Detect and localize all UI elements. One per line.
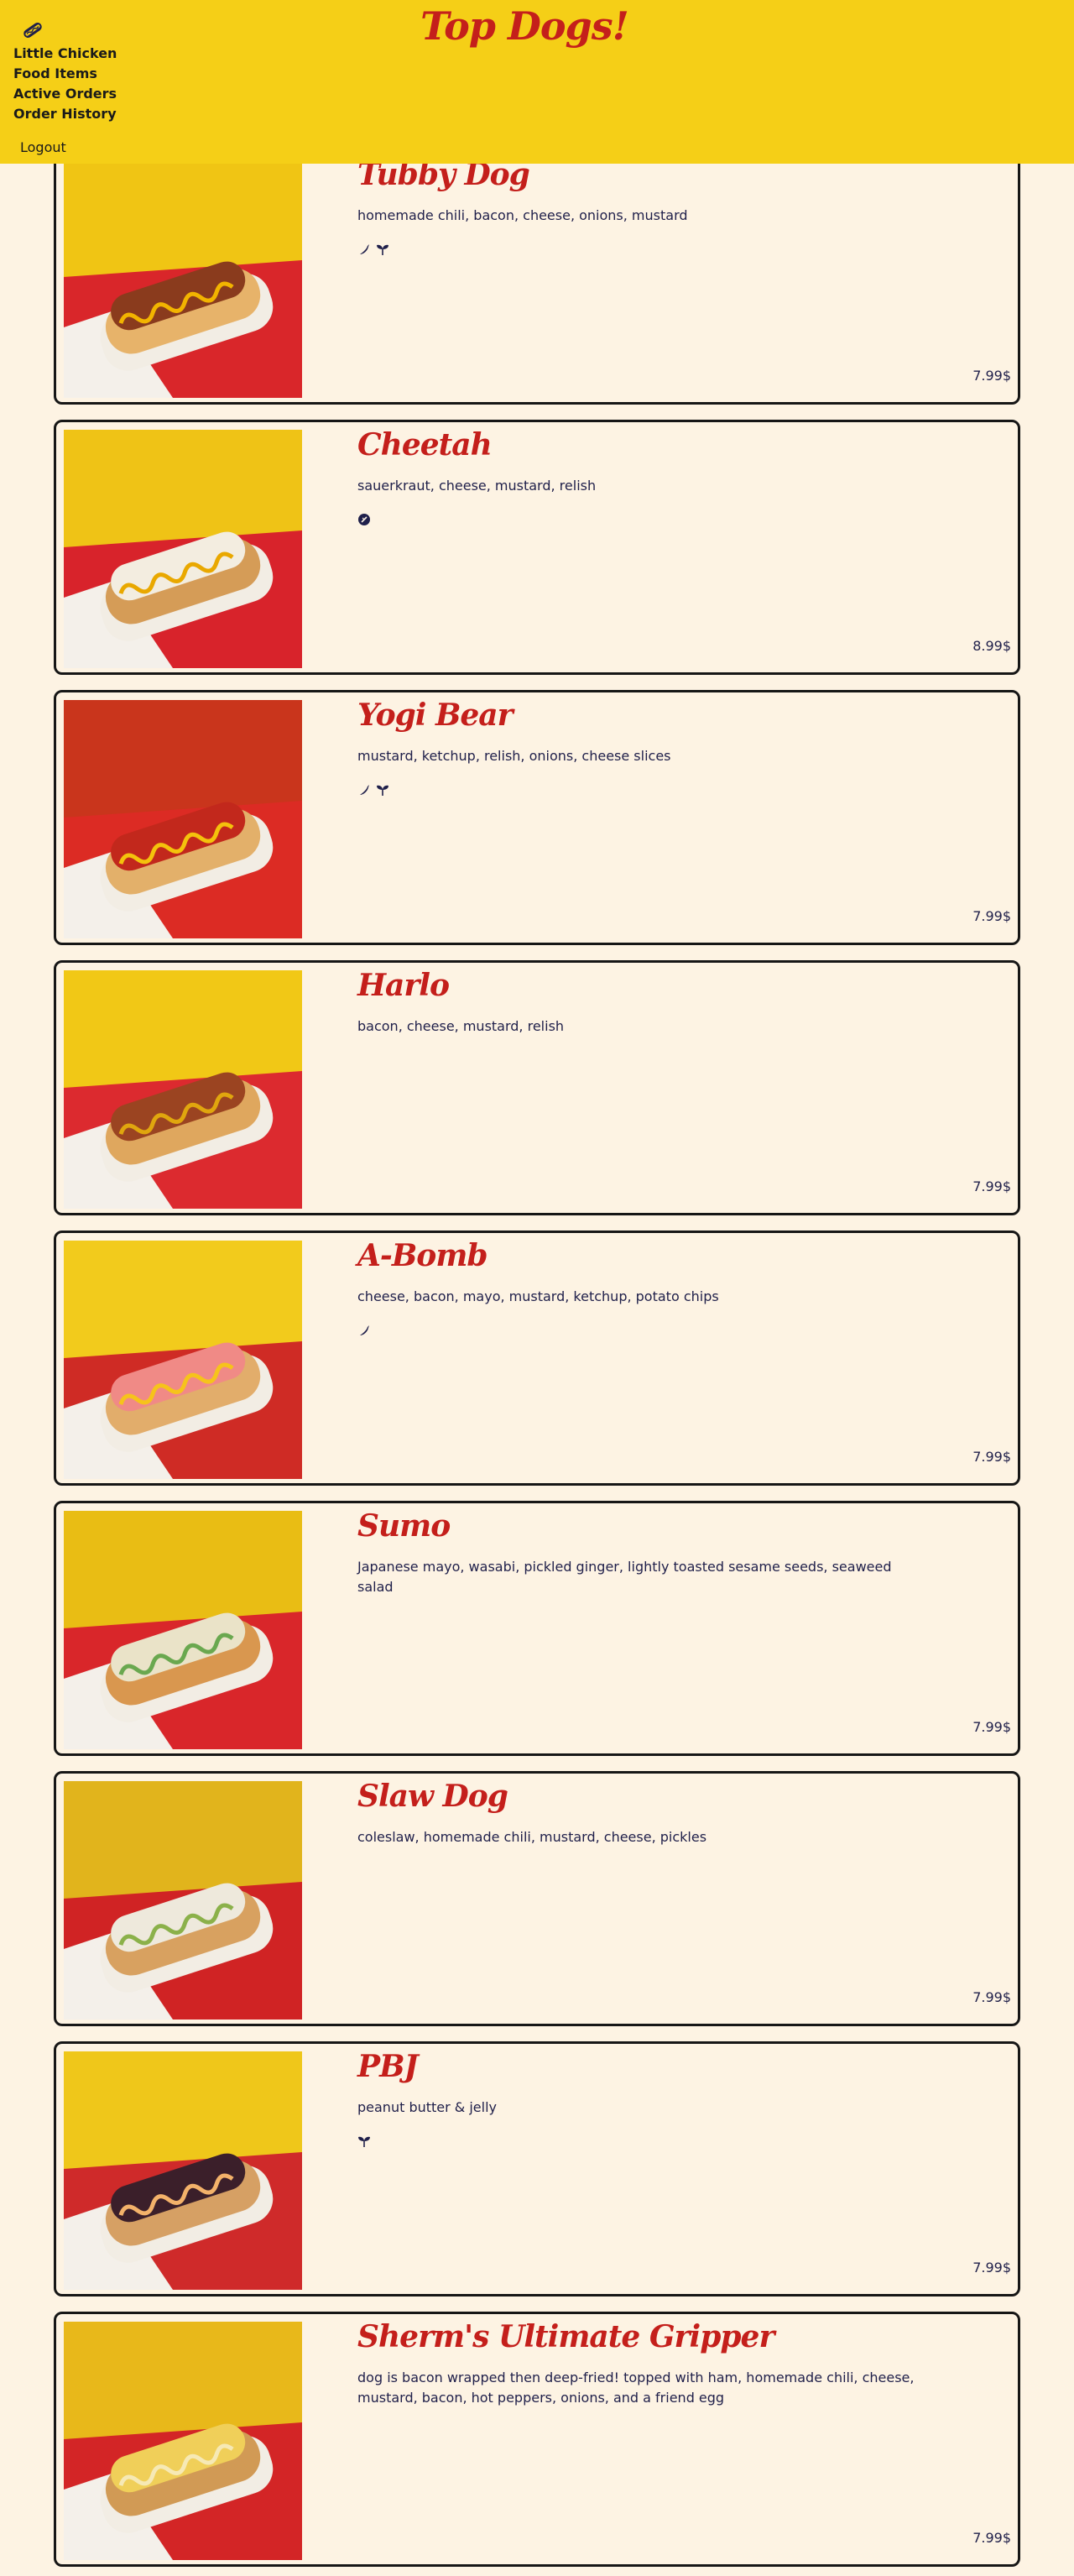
menu-card[interactable]: Slaw Dog coleslaw, homemade chili, mustar… <box>54 1771 1020 2026</box>
item-price: 7.99$ <box>972 1989 1011 2005</box>
vegetarian-sprout-icon <box>376 243 389 259</box>
tubby-dog-photo <box>64 159 302 398</box>
item-name: Sherm's Ultimate Gripper <box>357 2319 774 2354</box>
sherms-ultimate-gripper-photo <box>64 2322 302 2560</box>
item-price: 7.99$ <box>972 2530 1011 2546</box>
item-price: 8.99$ <box>972 638 1011 654</box>
item-tags <box>357 783 389 800</box>
a-bomb-photo <box>64 1241 302 1479</box>
menu-card[interactable]: A-Bomb cheese, bacon, mayo, mustard, ketc… <box>54 1231 1020 1486</box>
item-name: A-Bomb <box>357 1238 488 1273</box>
menu-card[interactable]: Harlo bacon, cheese, mustard, relish 7.99$ <box>54 960 1020 1215</box>
menu-card[interactable]: Cheetah sauerkraut, cheese, mustard, reli… <box>54 420 1020 675</box>
item-description: homemade chili, bacon, cheese, onions, m… <box>357 207 688 223</box>
menu-card[interactable]: PBJ peanut butter & jelly 7.99$ <box>54 2041 1020 2296</box>
menu-card[interactable]: Tubby Dog homemade chili, bacon, cheese, … <box>54 149 1020 405</box>
main-nav: Little Chicken Food Items Active Orders … <box>13 44 117 124</box>
vegetarian-sprout-icon <box>376 783 389 800</box>
vegetarian-sprout-icon <box>357 2134 371 2151</box>
item-price: 7.99$ <box>972 1719 1011 1735</box>
gluten-free-icon <box>357 513 371 530</box>
item-tags <box>357 1324 371 1340</box>
item-description: peanut butter & jelly <box>357 2099 498 2115</box>
item-name: Slaw Dog <box>357 1779 508 1814</box>
slaw-dog-photo <box>64 1781 302 2020</box>
item-name: Sumo <box>357 1508 451 1544</box>
pbj-photo <box>64 2051 302 2290</box>
item-description: cheese, bacon, mayo, mustard, ketchup, p… <box>357 1288 719 1304</box>
item-name: Harlo <box>357 968 450 1003</box>
item-tags <box>357 243 389 259</box>
item-price: 7.99$ <box>972 368 1011 384</box>
item-description: Japanese mayo, wasabi, pickled ginger, l… <box>357 1559 892 1595</box>
menu-card[interactable]: Sumo Japanese mayo, wasabi, pickled ginge… <box>54 1501 1020 1756</box>
nav-item-food-items[interactable]: Food Items <box>13 64 117 84</box>
page-title: Top Dogs! <box>420 3 629 49</box>
item-description: coleslaw, homemade chili, mustard, chees… <box>357 1829 707 1845</box>
item-price: 7.99$ <box>972 908 1011 924</box>
item-description: sauerkraut, cheese, mustard, relish <box>357 478 597 494</box>
menu-card[interactable]: Sherm's Ultimate Gripper dog is bacon wra… <box>54 2312 1020 2567</box>
yogi-bear-photo <box>64 700 302 938</box>
item-description: mustard, ketchup, relish, onions, cheese… <box>357 748 671 764</box>
item-name: Cheetah <box>357 427 493 462</box>
logout-button[interactable]: Logout <box>20 139 66 155</box>
item-tags <box>357 513 371 530</box>
app-header: Little Chicken Food Items Active Orders … <box>0 0 1074 164</box>
spicy-icon <box>357 1324 371 1340</box>
nav-item-active-orders[interactable]: Active Orders <box>13 84 117 104</box>
item-price: 7.99$ <box>972 1178 1011 1194</box>
sumo-photo <box>64 1511 302 1749</box>
item-name: PBJ <box>357 2049 419 2084</box>
item-name: Yogi Bear <box>357 698 514 733</box>
item-price: 7.99$ <box>972 2260 1011 2276</box>
item-price: 7.99$ <box>972 1449 1011 1465</box>
spicy-icon <box>357 783 371 800</box>
harlo-photo <box>64 970 302 1209</box>
item-description: bacon, cheese, mustard, relish <box>357 1018 565 1034</box>
menu-card[interactable]: Yogi Bear mustard, ketchup, relish, onion… <box>54 690 1020 945</box>
spicy-icon <box>357 243 371 259</box>
item-tags <box>357 2134 371 2151</box>
nav-item-order-history[interactable]: Order History <box>13 104 117 124</box>
item-description: dog is bacon wrapped then deep-fried! to… <box>357 2370 915 2406</box>
cheetah-photo <box>64 430 302 668</box>
